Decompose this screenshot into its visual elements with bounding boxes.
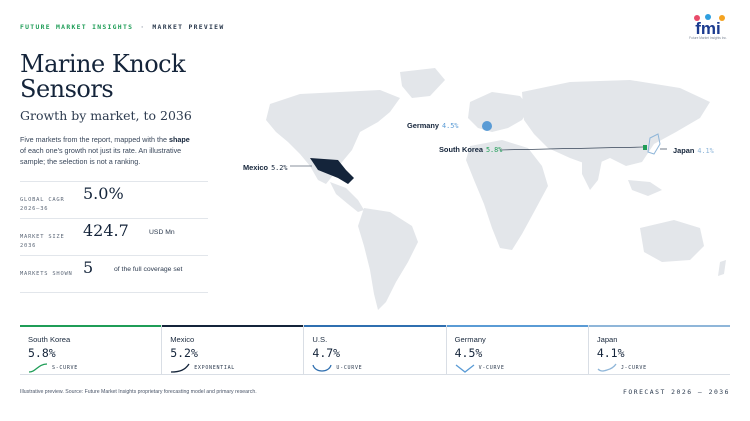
map-label-name: South Korea bbox=[439, 145, 483, 154]
card-cagr-value: 4.7% bbox=[312, 346, 341, 360]
card-cagr-value: 4.1% bbox=[596, 346, 625, 360]
card-market-name: South Korea bbox=[28, 335, 71, 344]
market-card-japan: Japan 4.1% J-CURVE bbox=[588, 325, 731, 374]
card-market-name: Japan bbox=[596, 335, 618, 344]
market-card-south-korea: South Korea 5.8% S-CURVE bbox=[20, 325, 163, 374]
world-map bbox=[230, 62, 740, 320]
card-cagr-value: 5.2% bbox=[170, 346, 198, 360]
new-zealand-shape bbox=[718, 260, 726, 276]
map-label-value: 5.8% bbox=[485, 146, 503, 154]
s-curve-icon bbox=[28, 363, 48, 373]
u-curve-icon bbox=[312, 364, 333, 372]
stat-label: MARKET SIZE 2036 bbox=[20, 234, 65, 249]
europe-shape bbox=[468, 92, 530, 132]
section-label: MARKET PREVIEW bbox=[152, 23, 225, 31]
map-label-mexico: Mexico 5.2% bbox=[243, 163, 287, 172]
south-america-shape bbox=[358, 208, 418, 310]
stat-global-cagr: GLOBAL CAGR 2026–36 5.0% bbox=[20, 181, 208, 218]
greenland-shape bbox=[400, 68, 445, 98]
card-cagr-value: 5.8% bbox=[28, 346, 56, 360]
logo-text: fmi bbox=[695, 19, 721, 36]
j-curve-icon bbox=[597, 363, 617, 372]
page-title: Marine Knock Sensors bbox=[20, 50, 186, 103]
logo-mark-icon: fmi bbox=[694, 14, 725, 38]
map-label-germany: Germany 4.5% bbox=[407, 121, 458, 130]
eyebrow-separator: · bbox=[140, 23, 146, 31]
fmi-logo: fmi Future Market Insights Inc. bbox=[686, 14, 730, 42]
market-cards: South Korea 5.8% S-CURVE Mexico 5.2% EXP… bbox=[20, 325, 731, 375]
australia-shape bbox=[640, 220, 704, 262]
map-label-japan: Japan 4.1% bbox=[673, 146, 714, 155]
map-label-value: 5.2% bbox=[271, 164, 288, 172]
stat-market-size: MARKET SIZE 2036 424.7 USD Mn bbox=[20, 218, 208, 255]
india-shape bbox=[582, 158, 602, 190]
continents bbox=[266, 68, 726, 310]
card-market-name: U.S. bbox=[312, 335, 328, 344]
exponential-curve-icon bbox=[171, 363, 190, 373]
map-label-name: Germany bbox=[407, 121, 440, 130]
stat-label: MARKETS SHOWN bbox=[20, 271, 73, 277]
card-growth-shape: J-CURVE bbox=[620, 365, 647, 371]
eyebrow: FUTURE MARKET INSIGHTS · MARKET PREVIEW bbox=[20, 23, 224, 31]
v-curve-icon bbox=[455, 364, 475, 373]
stat-unit: of the full coverage set bbox=[114, 266, 183, 273]
market-card-germany: Germany 4.5% V-CURVE bbox=[446, 325, 589, 374]
stat-markets-shown: MARKETS SHOWN 5 of the full coverage set bbox=[20, 255, 208, 293]
map-label-south-korea: South Korea 5.8% bbox=[439, 145, 502, 154]
map-label-value: 4.5% bbox=[442, 122, 459, 130]
card-growth-shape: V-CURVE bbox=[478, 365, 505, 371]
card-accent-bar bbox=[20, 325, 162, 327]
stat-value: 5.0% bbox=[83, 184, 124, 203]
stat-label: GLOBAL CAGR 2026–36 bbox=[20, 197, 65, 212]
map-label-value: 4.1% bbox=[697, 147, 714, 155]
central-america-shape bbox=[330, 182, 364, 212]
map-label-name: Mexico bbox=[243, 163, 269, 172]
brand-name: FUTURE MARKET INSIGHTS bbox=[20, 23, 134, 31]
card-growth-shape: U-CURVE bbox=[336, 365, 363, 371]
card-accent-bar bbox=[588, 325, 731, 327]
card-market-name: Germany bbox=[454, 335, 486, 344]
page-subtitle: Growth by market, to 2036 bbox=[20, 108, 192, 123]
map-label-name: Japan bbox=[673, 146, 695, 155]
footnote: Illustrative preview. Source: Future Mar… bbox=[20, 389, 257, 395]
se-asia-shape bbox=[628, 180, 662, 196]
description-part2: of each one's growth not just its rate. … bbox=[20, 146, 182, 166]
forecast-period: FORECAST 2026 – 2036 bbox=[623, 388, 730, 396]
market-card-us: U.S. 4.7% U-CURVE bbox=[304, 325, 447, 374]
card-cagr-value: 4.5% bbox=[454, 346, 483, 360]
stat-value: 5 bbox=[83, 258, 94, 277]
world-map-svg bbox=[266, 68, 726, 310]
description-part1: Five markets from the report, mapped wit… bbox=[20, 135, 170, 144]
card-accent-bar bbox=[162, 325, 304, 327]
card-growth-shape: EXPONENTIAL bbox=[194, 365, 236, 371]
africa-shape bbox=[466, 140, 548, 250]
stat-value: 424.7 bbox=[83, 221, 129, 240]
stat-unit: USD Mn bbox=[149, 229, 175, 236]
south-korea-highlight bbox=[643, 145, 647, 150]
description-bold: shape bbox=[169, 135, 190, 144]
germany-highlight bbox=[482, 121, 492, 131]
card-market-name: Mexico bbox=[170, 335, 195, 344]
card-accent-bar bbox=[446, 325, 588, 327]
card-growth-shape: S-CURVE bbox=[52, 365, 78, 371]
market-card-mexico: Mexico 5.2% EXPONENTIAL bbox=[162, 325, 305, 374]
description: Five markets from the report, mapped wit… bbox=[20, 134, 190, 167]
logo-tagline: Future Market Insights Inc. bbox=[689, 36, 727, 40]
card-accent-bar bbox=[304, 325, 446, 327]
